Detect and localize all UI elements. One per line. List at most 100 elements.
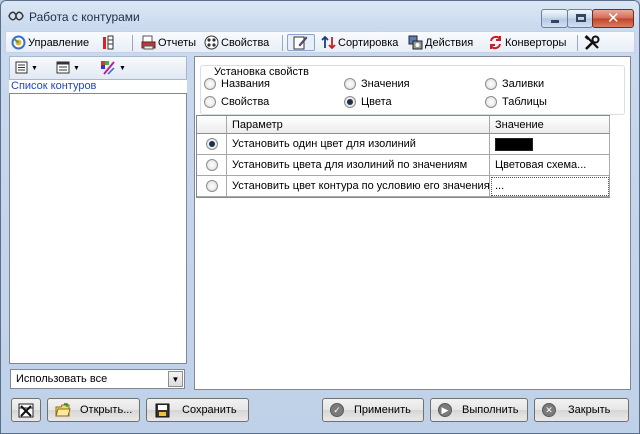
chevron-down-icon: ▼ — [73, 65, 80, 72]
radio-label: Заливки — [502, 78, 545, 90]
menu-tools[interactable] — [584, 34, 602, 51]
property-type-legend: Установка свойств — [211, 66, 312, 78]
manage-icon — [10, 35, 26, 51]
properties-icon — [203, 35, 219, 51]
menu-manage[interactable]: Управление — [10, 34, 89, 51]
radio-label: Таблицы — [502, 96, 547, 108]
menu-properties[interactable]: Свойства — [203, 34, 269, 51]
menu-columns[interactable] — [102, 34, 120, 51]
save-button[interactable]: Сохранить — [146, 398, 249, 422]
window-title: Работа с контурами — [29, 10, 140, 24]
detail-view-icon — [56, 61, 70, 77]
contour-list[interactable] — [9, 93, 187, 364]
apply-button-label: Применить — [354, 404, 411, 416]
radio-label: Названия — [221, 78, 270, 90]
radio-circle-selected — [344, 96, 356, 108]
radio-label: Свойства — [221, 96, 270, 108]
radio-circle — [344, 78, 356, 90]
open-button[interactable]: Открыть... — [47, 398, 140, 422]
radio-tables[interactable]: Таблицы — [485, 96, 547, 108]
table-row[interactable]: Установить цвет контура по условию его з… — [197, 176, 610, 197]
menu-reports[interactable]: Отчеты — [140, 34, 196, 51]
row-radio[interactable] — [197, 155, 227, 176]
radio-circle — [204, 96, 216, 108]
detail-view-dropdown[interactable]: ▼ — [56, 60, 80, 77]
menu-manage-label: Управление — [28, 36, 90, 49]
checkmark-icon: ✓ — [330, 403, 344, 417]
list-view-dropdown[interactable]: ▼ — [15, 60, 38, 77]
table-row[interactable]: Установить один цвет для изолиний — [197, 134, 610, 155]
execute-button-label: Выполнить — [462, 404, 519, 416]
app-icon — [8, 10, 24, 25]
apply-button[interactable]: ✓ Применить — [322, 398, 424, 422]
row-value[interactable]: Цветовая схема... — [490, 155, 610, 176]
close-window-button[interactable]: ✕ — [592, 9, 634, 28]
chevron-down-icon: ▼ — [31, 65, 38, 72]
color-filter-icon — [100, 60, 116, 78]
radio-colors[interactable]: Цвета — [344, 96, 392, 108]
menu-actions-label: Действия — [425, 36, 474, 49]
chevron-down-icon[interactable]: ▼ — [168, 371, 183, 387]
table-row[interactable]: Установить цвета для изолиний по значени… — [197, 155, 610, 176]
row-radio[interactable] — [197, 176, 227, 197]
radio-circle — [204, 78, 216, 90]
play-icon: ▶ — [438, 403, 452, 417]
actions-icon — [407, 35, 423, 51]
usage-filter-select[interactable]: Использовать все ▼ — [10, 369, 185, 389]
contours-window: Работа с контурами ✕ Управление Отчеты С… — [0, 0, 640, 434]
menu-separator — [282, 35, 283, 51]
reports-icon — [140, 35, 156, 51]
radio-circle — [205, 159, 218, 171]
radio-values[interactable]: Значения — [344, 78, 410, 90]
grid-header-value[interactable]: Значение — [490, 116, 610, 134]
radio-fills[interactable]: Заливки — [485, 78, 544, 90]
menu-properties-label: Свойства — [221, 36, 270, 49]
radio-names[interactable]: Названия — [204, 78, 270, 90]
edit-icon — [292, 35, 308, 51]
grid-header-parameter[interactable]: Параметр — [227, 116, 490, 134]
row-parameter: Установить один цвет для изолиний — [227, 134, 490, 155]
close-icon: ✕ — [607, 10, 620, 27]
row-parameter: Установить цвет контура по условию его з… — [227, 176, 490, 197]
menu-reports-label: Отчеты — [158, 36, 197, 49]
tools-icon — [584, 34, 600, 51]
close-circle-icon: ✕ — [542, 403, 556, 417]
columns-icon — [102, 35, 118, 51]
property-type-group: Установка свойств Названия Значения Зали… — [200, 65, 625, 115]
row-value[interactable] — [490, 134, 610, 155]
radio-label: Цвета — [361, 96, 392, 108]
radio-circle — [485, 96, 497, 108]
radio-properties[interactable]: Свойства — [204, 96, 269, 108]
menu-separator — [132, 35, 133, 51]
row-value[interactable]: ... — [490, 176, 610, 197]
execute-button[interactable]: ▶ Выполнить — [430, 398, 528, 422]
list-view-icon — [15, 61, 28, 77]
row-radio[interactable] — [197, 134, 227, 155]
menu-sort[interactable]: Сортировка — [320, 34, 398, 51]
menu-edit[interactable] — [287, 34, 315, 51]
usage-filter-value: Использовать все — [16, 373, 108, 385]
maximize-icon — [576, 14, 586, 22]
minimize-icon — [551, 20, 559, 23]
contour-list-header: Список контуров — [9, 80, 187, 93]
menu-toolbar: Управление Отчеты Свойства Сортировка Де… — [5, 31, 635, 53]
sort-icon — [320, 35, 336, 51]
color-filter-dropdown[interactable]: ▼ — [100, 60, 126, 77]
menu-sort-label: Сортировка — [338, 36, 399, 49]
minimize-button[interactable] — [541, 9, 568, 28]
clear-icon — [18, 402, 34, 418]
close-button[interactable]: ✕ Закрыть — [534, 398, 629, 422]
converters-icon — [487, 35, 503, 51]
radio-label: Значения — [361, 78, 410, 90]
menu-actions[interactable]: Действия — [407, 34, 473, 51]
chevron-down-icon: ▼ — [119, 65, 126, 72]
save-icon — [154, 402, 170, 418]
menu-converters[interactable]: Конверторы — [487, 34, 566, 51]
open-folder-icon — [55, 402, 71, 418]
color-swatch[interactable] — [495, 137, 533, 151]
clear-button[interactable] — [11, 398, 41, 422]
radio-circle — [485, 78, 497, 90]
maximize-button[interactable] — [567, 9, 593, 28]
menu-separator — [577, 35, 578, 51]
radio-circle — [205, 180, 218, 192]
